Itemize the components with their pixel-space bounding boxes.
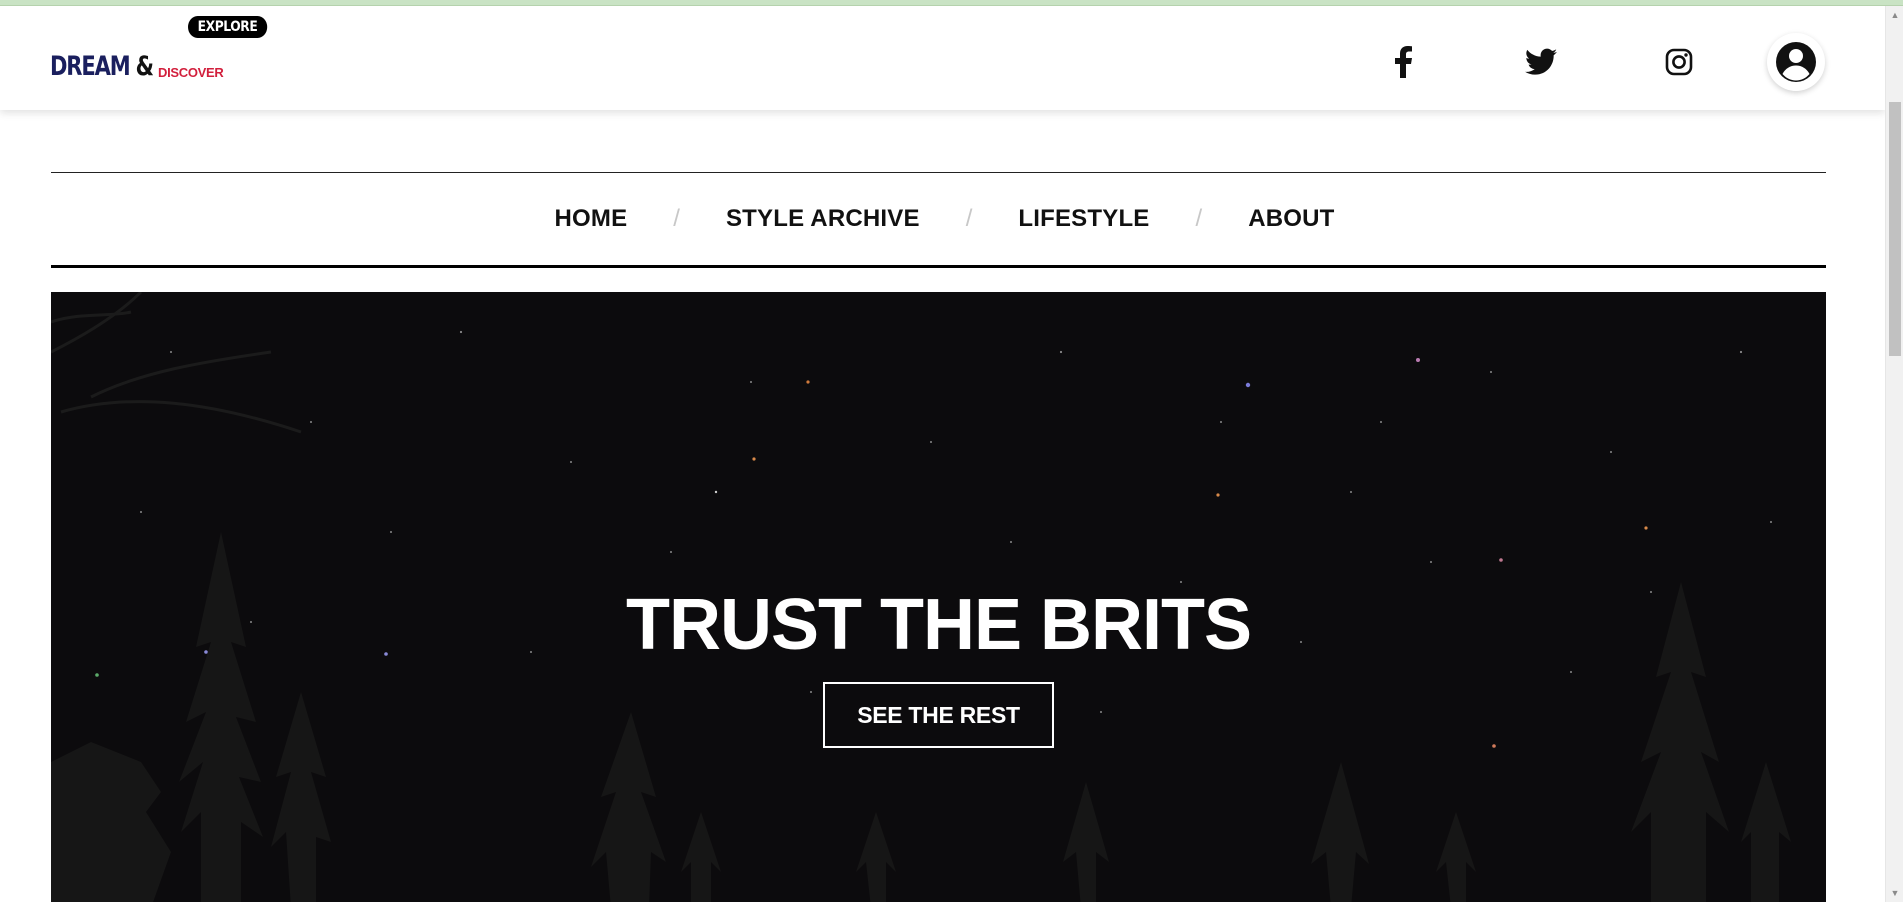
nav-item-about[interactable]: ABOUT bbox=[1248, 205, 1334, 233]
twitter-icon bbox=[1525, 48, 1557, 75]
nav-item-style-archive[interactable]: STYLE ARCHIVE bbox=[726, 205, 920, 233]
nav-separator: / bbox=[965, 205, 973, 232]
instagram-icon bbox=[1665, 48, 1693, 76]
nav-separator: / bbox=[673, 205, 680, 232]
twitter-link[interactable] bbox=[1521, 42, 1561, 82]
nav-item-lifestyle[interactable]: LIFESTYLE bbox=[1018, 205, 1149, 233]
site-logo[interactable]: EXPLORE DREAM & DISCOVER bbox=[50, 16, 280, 91]
see-the-rest-button[interactable]: SEE THE REST bbox=[823, 682, 1054, 748]
nav-separator: / bbox=[1195, 205, 1203, 232]
hero-title: TRUST THE BRITS bbox=[626, 585, 1252, 665]
scrollbar-thumb[interactable] bbox=[1889, 102, 1901, 356]
facebook-link[interactable] bbox=[1383, 42, 1423, 82]
hero-banner: TRUST THE BRITS SEE THE REST bbox=[51, 292, 1826, 902]
account-button[interactable] bbox=[1767, 33, 1825, 91]
nav-item-home[interactable]: HOME bbox=[554, 205, 627, 233]
logo-badge: EXPLORE bbox=[188, 16, 268, 38]
instagram-link[interactable] bbox=[1659, 42, 1699, 82]
page: EXPLORE DREAM & DISCOVER HOME / STYLE AR… bbox=[0, 6, 1885, 902]
main-nav: HOME / STYLE ARCHIVE / LIFESTYLE / ABOUT bbox=[51, 172, 1826, 268]
facebook-icon bbox=[1395, 46, 1412, 78]
logo-wordmark: DREAM & bbox=[50, 51, 154, 82]
logo-word-dream: DREAM bbox=[50, 51, 131, 82]
scroll-down-arrow-icon[interactable]: ▼ bbox=[1886, 884, 1903, 902]
logo-subword: DISCOVER bbox=[158, 65, 224, 80]
scroll-up-arrow-icon[interactable]: ▲ bbox=[1886, 6, 1903, 24]
vertical-scrollbar[interactable]: ▲ ▼ bbox=[1885, 6, 1903, 902]
logo-ampersand: & bbox=[135, 51, 154, 82]
user-circle-icon bbox=[1776, 42, 1816, 82]
site-header: EXPLORE DREAM & DISCOVER bbox=[0, 6, 1885, 110]
